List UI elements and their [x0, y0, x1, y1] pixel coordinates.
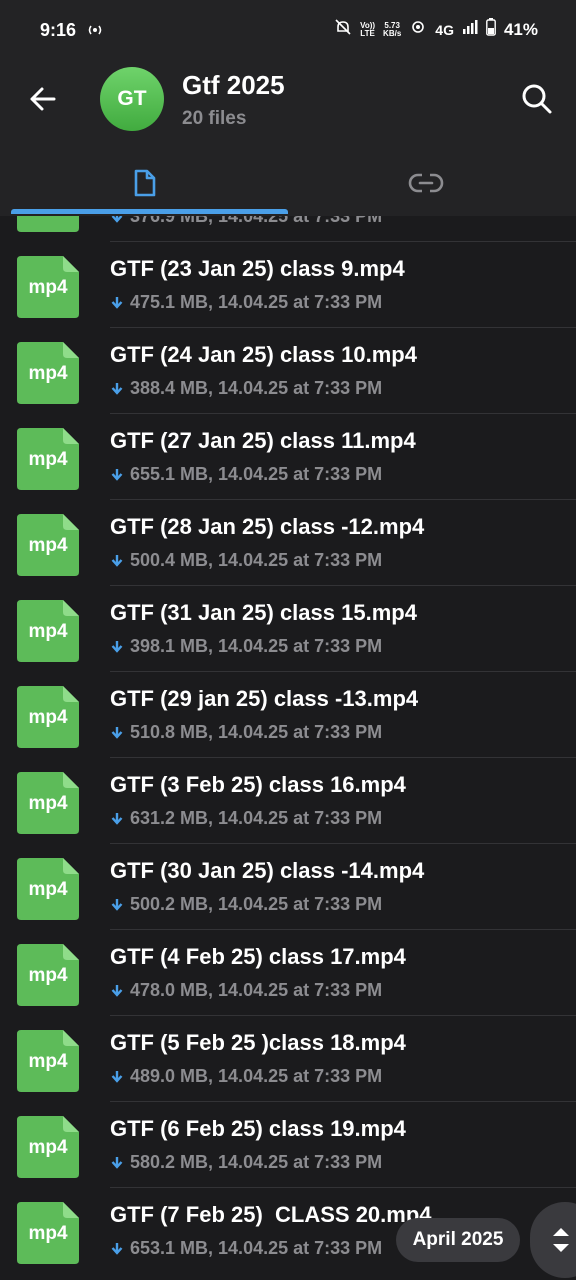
file-name: GTF (29 jan 25) class -13.mp4	[110, 686, 419, 711]
file-name: GTF (3 Feb 25) class 16.mp4	[110, 772, 406, 797]
sort-arrows-icon	[553, 1228, 569, 1252]
chat-header: GT Gtf 2025 20 files	[0, 62, 576, 216]
mp4-file-icon: mp4	[17, 428, 79, 490]
hotspot-icon	[86, 22, 104, 43]
mp4-file-icon: mp4	[17, 256, 79, 318]
volte-label: Vo)) LTE	[360, 20, 376, 38]
file-name: GTF (23 Jan 25) class 9.mp4	[110, 256, 405, 281]
battery-percent: 41%	[503, 19, 538, 39]
file-name: GTF (27 Jan 25) class 11.mp4	[110, 428, 416, 453]
signal-icon	[462, 19, 478, 40]
tab-files[interactable]	[0, 158, 288, 208]
file-name: GTF (31 Jan 25) class 15.mp4	[110, 600, 417, 625]
file-meta: 500.2 MB, 14.04.25 at 7:33 PM	[110, 894, 382, 915]
mp4-file-icon: mp4	[17, 686, 79, 748]
battery-icon	[486, 18, 496, 41]
status-icons: Vo)) LTE 5.73 KB/s 4G 41%	[334, 18, 538, 41]
page-title: Gtf 2025	[182, 70, 285, 100]
list-item[interactable]: mp4 GTF (4 Feb 25) class 17.mp4 478.0 MB…	[0, 930, 576, 1016]
link-icon	[408, 173, 444, 193]
mp4-file-icon: mp4	[17, 944, 79, 1006]
download-arrow-icon	[111, 726, 123, 739]
file-meta: 388.4 MB, 14.04.25 at 7:33 PM	[110, 378, 382, 399]
mp4-file-icon: mp4	[17, 1116, 79, 1178]
list-item[interactable]: mp4 GTF (31 Jan 25) class 15.mp4 398.1 M…	[0, 586, 576, 672]
list-item[interactable]: mp4 GTF (23 Jan 25) class 9.mp4 475.1 MB…	[0, 242, 576, 328]
file-name: GTF (30 Jan 25) class -14.mp4	[110, 858, 425, 883]
download-arrow-icon	[111, 984, 123, 997]
status-time: 9:16	[40, 20, 77, 40]
mp4-file-icon: mp4	[17, 342, 79, 404]
download-arrow-icon	[111, 382, 123, 395]
file-name: GTF (24 Jan 25) class 10.mp4	[110, 342, 417, 367]
file-meta: 478.0 MB, 14.04.25 at 7:33 PM	[110, 980, 382, 1001]
mp4-file-icon: mp4	[17, 858, 79, 920]
file-icon	[134, 169, 156, 197]
download-arrow-icon	[111, 898, 123, 911]
file-list: 376.9 MB, 14.04.25 at 7:33 PM mp4 GTF (2…	[0, 216, 576, 1280]
list-item[interactable]: mp4 GTF (6 Feb 25) class 19.mp4 580.2 MB…	[0, 1102, 576, 1188]
mute-icon	[334, 18, 352, 41]
list-item[interactable]: 376.9 MB, 14.04.25 at 7:33 PM	[0, 216, 576, 242]
file-meta: 510.8 MB, 14.04.25 at 7:33 PM	[110, 722, 382, 743]
mp4-file-icon: mp4	[17, 1030, 79, 1092]
list-item[interactable]: mp4 GTF (27 Jan 25) class 11.mp4 655.1 M…	[0, 414, 576, 500]
download-arrow-icon	[111, 216, 123, 223]
list-item[interactable]: mp4 GTF (28 Jan 25) class -12.mp4 500.4 …	[0, 500, 576, 586]
list-item[interactable]: mp4 GTF (24 Jan 25) class 10.mp4 388.4 M…	[0, 328, 576, 414]
status-bar: 9:16 Vo)) LTE 5.73 KB/s 4G 41%	[0, 0, 576, 62]
file-name: GTF (6 Feb 25) class 19.mp4	[110, 1116, 406, 1141]
download-arrow-icon	[111, 554, 123, 567]
file-count: 20 files	[182, 108, 247, 129]
file-meta: 580.2 MB, 14.04.25 at 7:33 PM	[110, 1152, 382, 1173]
active-tab-indicator	[11, 209, 288, 214]
tab-links[interactable]	[282, 158, 570, 208]
file-meta: 376.9 MB, 14.04.25 at 7:33 PM	[110, 216, 382, 227]
arrow-left-icon	[30, 87, 56, 111]
mp4-file-icon: mp4	[17, 514, 79, 576]
file-meta: 489.0 MB, 14.04.25 at 7:33 PM	[110, 1066, 382, 1087]
file-name: GTF (4 Feb 25) class 17.mp4	[110, 944, 406, 969]
file-meta: 655.1 MB, 14.04.25 at 7:33 PM	[110, 464, 382, 485]
download-arrow-icon	[111, 296, 123, 309]
mp4-file-icon: mp4	[17, 600, 79, 662]
mp4-file-icon	[17, 216, 79, 232]
file-meta: 398.1 MB, 14.04.25 at 7:33 PM	[110, 636, 382, 657]
download-arrow-icon	[111, 1070, 123, 1083]
file-meta: 500.4 MB, 14.04.25 at 7:33 PM	[110, 550, 382, 571]
download-arrow-icon	[111, 1242, 123, 1255]
list-item[interactable]: mp4 GTF (29 jan 25) class -13.mp4 510.8 …	[0, 672, 576, 758]
network-type: 4G	[435, 21, 454, 38]
search-button[interactable]	[520, 82, 554, 116]
search-icon	[522, 84, 552, 114]
date-pill: April 2025	[396, 1218, 520, 1262]
file-name: GTF (7 Feb 25) CLASS 20.mp4	[110, 1202, 432, 1227]
download-arrow-icon	[111, 468, 123, 481]
file-name: GTF (28 Jan 25) class -12.mp4	[110, 514, 425, 539]
network-speed: 5.73 KB/s	[383, 20, 402, 38]
list-item[interactable]: mp4 GTF (30 Jan 25) class -14.mp4 500.2 …	[0, 844, 576, 930]
mp4-file-icon: mp4	[17, 1202, 79, 1264]
back-button[interactable]	[26, 82, 60, 116]
download-arrow-icon	[111, 812, 123, 825]
file-meta: 653.1 MB, 14.04.25 at 7:33 PM	[110, 1238, 382, 1259]
wifi-hotspot-icon	[409, 18, 427, 41]
file-meta: 631.2 MB, 14.04.25 at 7:33 PM	[110, 808, 382, 829]
file-meta: 475.1 MB, 14.04.25 at 7:33 PM	[110, 292, 382, 313]
mp4-file-icon: mp4	[17, 772, 79, 834]
list-item[interactable]: mp4 GTF (3 Feb 25) class 16.mp4 631.2 MB…	[0, 758, 576, 844]
download-arrow-icon	[111, 640, 123, 653]
file-name: GTF (5 Feb 25 )class 18.mp4	[110, 1030, 406, 1055]
list-item[interactable]: mp4 GTF (5 Feb 25 )class 18.mp4 489.0 MB…	[0, 1016, 576, 1102]
download-arrow-icon	[111, 1156, 123, 1169]
avatar[interactable]: GT	[100, 67, 164, 131]
